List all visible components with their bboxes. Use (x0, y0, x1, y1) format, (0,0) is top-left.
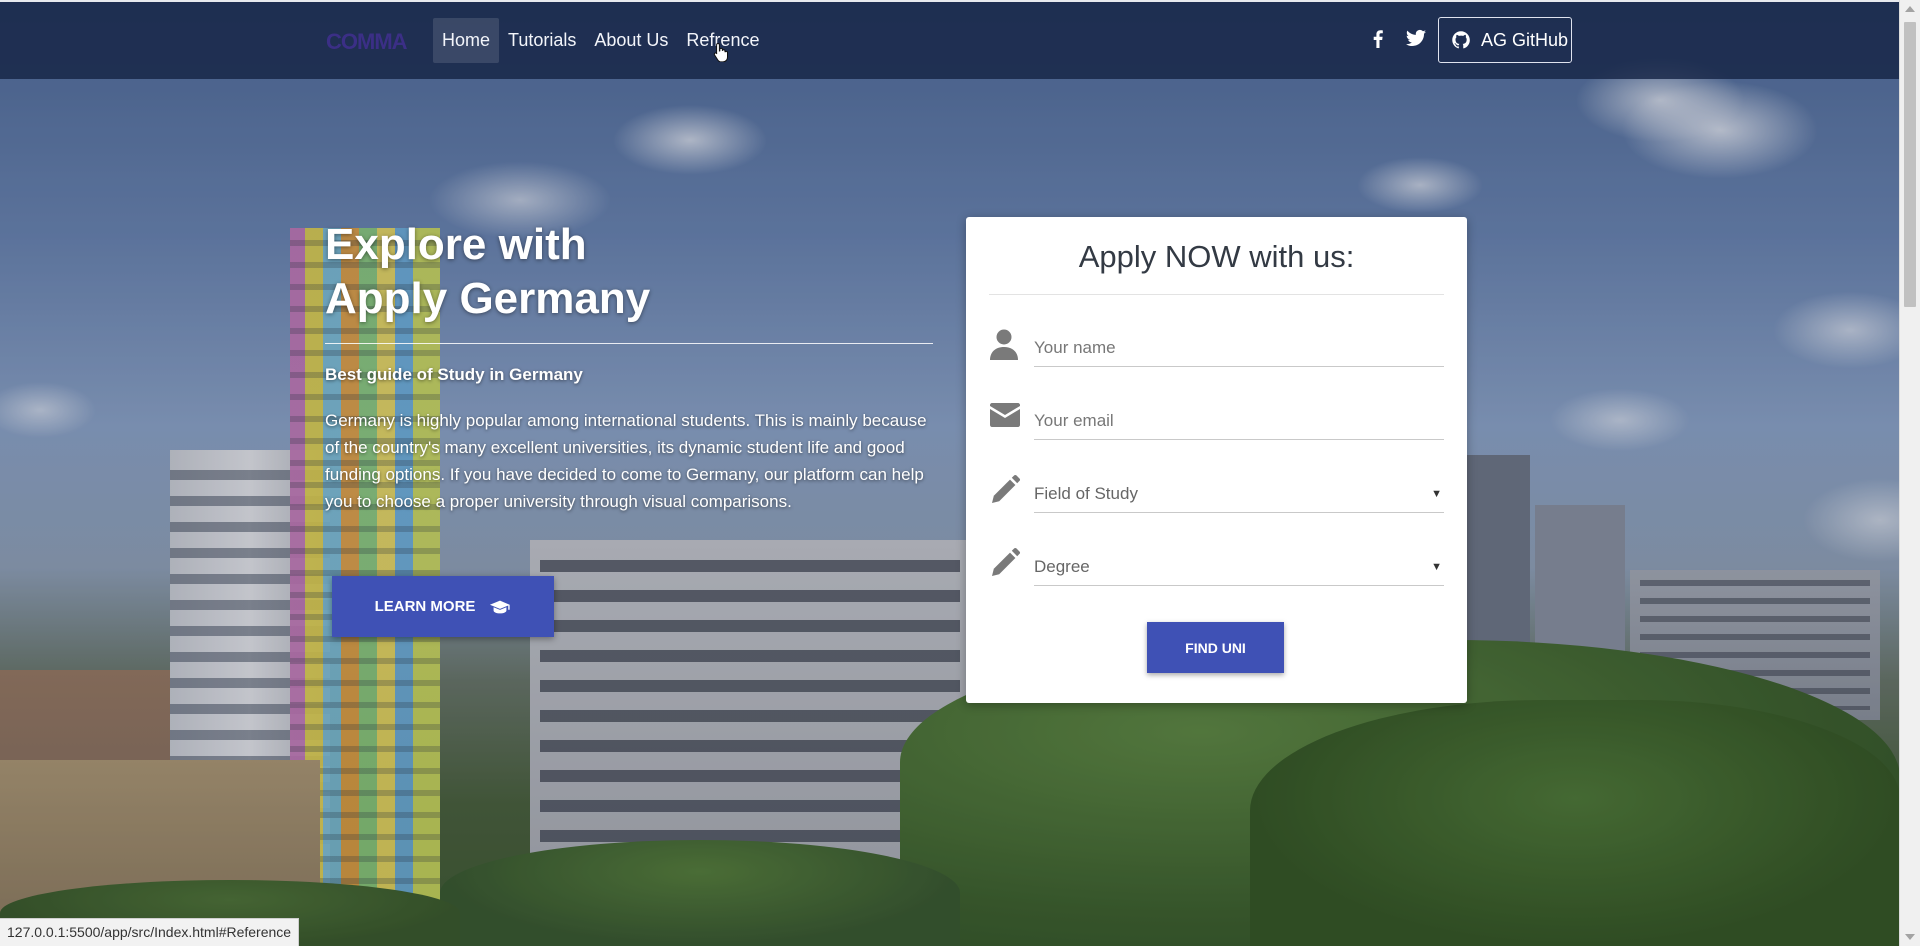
hero-title: Explore with Apply Germany (325, 218, 650, 326)
hero-description: Germany is highly popular among internat… (325, 411, 927, 511)
email-field-group (989, 393, 1444, 445)
dropdown-caret-icon: ▼ (1431, 488, 1442, 500)
hero-title-line1: Explore with (325, 220, 587, 269)
user-icon (989, 328, 1021, 360)
degree-value: Degree (1034, 557, 1090, 576)
nav-tutorials[interactable]: Tutorials (499, 18, 585, 63)
pencil-icon (989, 547, 1021, 579)
twitter-icon[interactable] (1404, 26, 1428, 50)
pencil-icon (989, 474, 1021, 506)
facebook-icon[interactable] (1366, 26, 1390, 50)
envelope-icon (989, 401, 1021, 433)
page: COMMA Home Tutorials About Us Refrence A… (0, 0, 1920, 946)
dropdown-caret-icon: ▼ (1431, 561, 1442, 573)
field-of-study-select[interactable]: Field of Study ▼ (1034, 476, 1444, 513)
scroll-down-arrow-icon[interactable] (1905, 934, 1915, 940)
graduation-cap-icon (490, 600, 511, 613)
background-campus-image (0, 0, 1920, 946)
status-bar-url: 127.0.0.1:5500/app/src/Index.html#Refere… (0, 918, 300, 946)
hand-cursor-icon (713, 42, 729, 63)
hero-divider (325, 343, 933, 344)
github-icon (1452, 31, 1470, 49)
navbar: COMMA Home Tutorials About Us Refrence A… (0, 0, 1900, 79)
degree-select[interactable]: Degree ▼ (1034, 549, 1444, 586)
scrollbar-thumb[interactable] (1904, 22, 1916, 307)
github-label: AG GitHub (1481, 29, 1569, 50)
find-uni-button[interactable]: FIND UNI (1147, 622, 1284, 673)
learn-more-label: LEARN MORE (374, 598, 476, 615)
name-field-group (989, 320, 1444, 372)
hero-title-line2: Apply Germany (325, 274, 651, 323)
logo[interactable]: COMMA (326, 29, 408, 55)
scroll-up-arrow-icon[interactable] (1905, 6, 1915, 12)
email-input[interactable] (1034, 403, 1444, 440)
nav-about-us[interactable]: About Us (585, 18, 677, 63)
apply-form-card: Apply NOW with us: Field of Study ▼ (966, 217, 1467, 703)
degree-group: Degree ▼ (989, 539, 1444, 591)
form-title: Apply NOW with us: (1078, 239, 1355, 274)
vertical-scrollbar[interactable] (1899, 0, 1920, 946)
hero-subtitle: Best guide of Study in Germany (325, 365, 583, 384)
form-divider (989, 294, 1444, 295)
name-input[interactable] (1034, 330, 1444, 367)
learn-more-button[interactable]: LEARN MORE (332, 576, 554, 637)
field-of-study-group: Field of Study ▼ (989, 466, 1444, 518)
nav-home[interactable]: Home (433, 18, 500, 63)
github-button[interactable]: AG GitHub (1438, 17, 1572, 63)
field-of-study-value: Field of Study (1034, 484, 1138, 503)
